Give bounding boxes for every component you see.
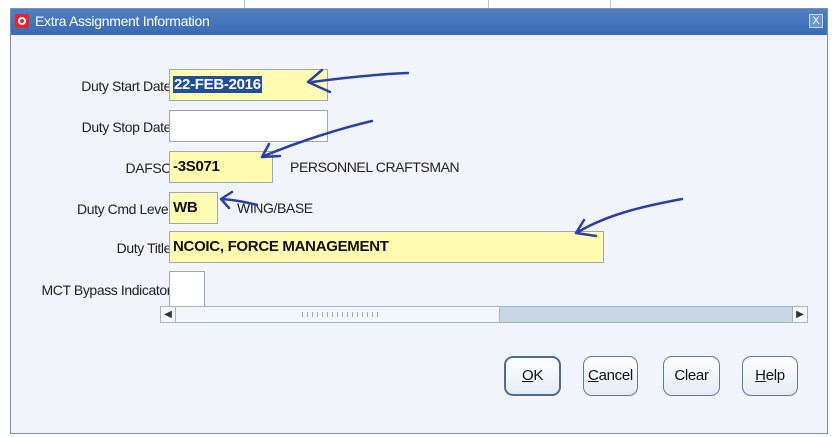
cancel-button[interactable]: Cancel <box>583 356 638 396</box>
duty-title-field[interactable]: NCOIC, FORCE MANAGEMENT <box>169 231 604 263</box>
duty-stop-date-field[interactable] <box>169 110 328 142</box>
window-title: Extra Assignment Information <box>35 13 210 29</box>
title-bar[interactable]: Extra Assignment Information X <box>11 9 827 35</box>
mct-bypass-indicator-label: MCT Bypass Indicator <box>41 282 172 298</box>
dafsc-field[interactable]: -3S071 <box>169 151 273 183</box>
duty-title-label: Duty Title <box>116 240 172 256</box>
horizontal-scrollbar[interactable]: ◀ ▶ <box>160 306 808 323</box>
ok-mnemonic: O <box>521 367 534 384</box>
help-button[interactable]: Help <box>742 356 798 396</box>
dafsc-description: PERSONNEL CRAFTSMAN <box>290 159 460 175</box>
background-strip <box>0 0 837 8</box>
scrollbar-grip <box>302 312 382 317</box>
duty-start-date-value: 22-FEB-2016 <box>173 76 262 93</box>
scroll-left-icon[interactable]: ◀ <box>161 307 176 322</box>
ok-button[interactable]: OK <box>504 356 561 396</box>
duty-cmd-level-description: WING/BASE <box>237 200 313 216</box>
duty-cmd-level-field[interactable]: WB <box>169 192 218 224</box>
duty-start-date-field[interactable]: 22-FEB-2016 <box>169 69 328 101</box>
duty-start-date-label: Duty Start Date <box>81 78 171 94</box>
duty-cmd-level-label: Duty Cmd Level <box>77 201 171 217</box>
oracle-app-icon <box>15 14 29 28</box>
scroll-right-icon[interactable]: ▶ <box>792 307 807 322</box>
scrollbar-thumb[interactable] <box>176 307 500 322</box>
mct-bypass-indicator-field[interactable] <box>169 271 205 307</box>
help-label: elp <box>765 367 785 384</box>
clear-button[interactable]: Clear <box>663 356 720 396</box>
help-mnemonic: H <box>755 367 766 384</box>
duty-stop-date-label: Duty Stop Date <box>81 119 172 135</box>
cancel-label: ancel <box>598 367 634 384</box>
background-divider <box>488 0 489 8</box>
dafsc-label: DAFSC <box>125 160 172 176</box>
background-divider <box>244 0 245 8</box>
ok-label: K <box>533 367 544 384</box>
background-divider <box>610 0 611 8</box>
cancel-mnemonic: C <box>588 367 599 384</box>
close-button[interactable]: X <box>809 14 823 28</box>
clear-label: Clear <box>674 367 709 384</box>
